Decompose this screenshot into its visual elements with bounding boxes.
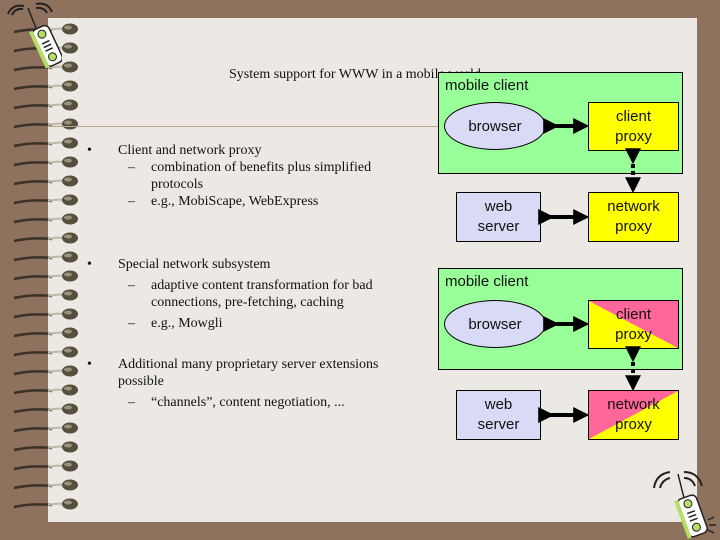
connector-layer — [538, 118, 641, 423]
